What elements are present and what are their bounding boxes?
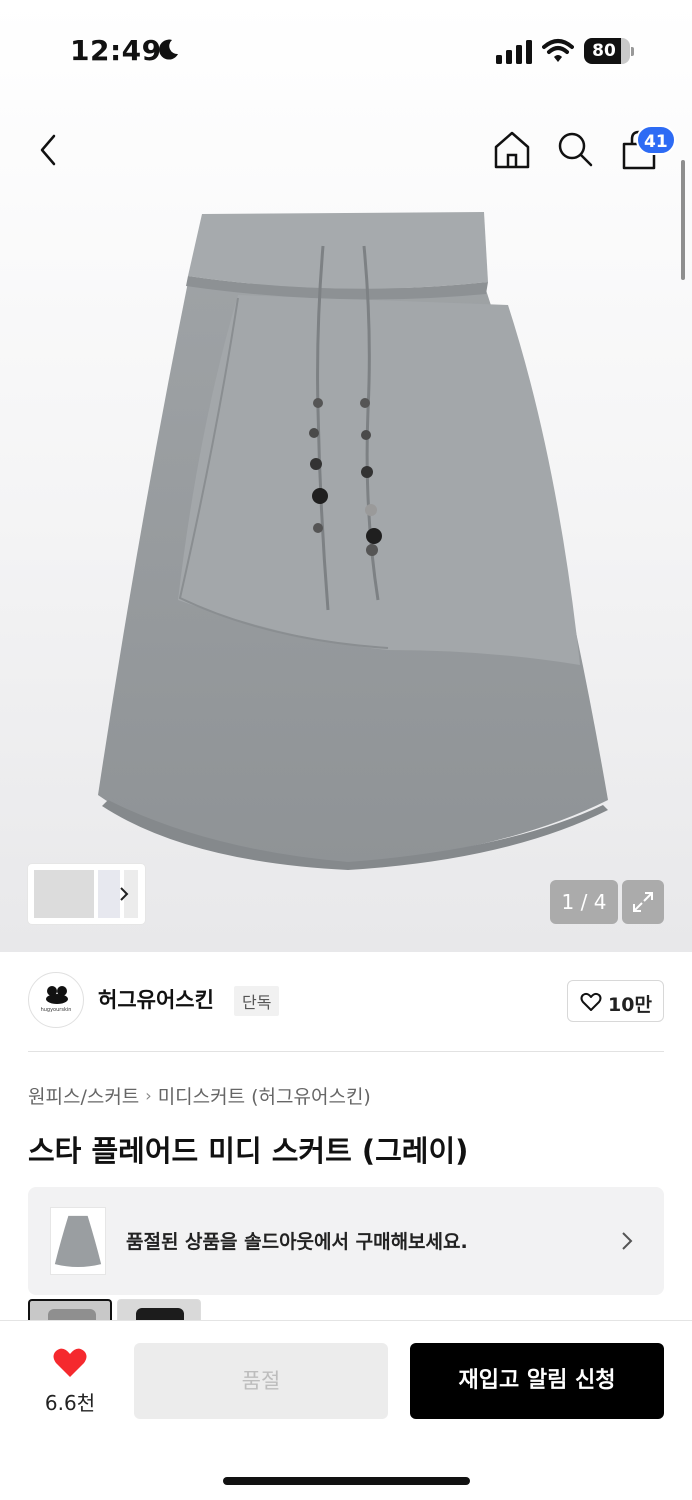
soldout-product-thumbnail <box>50 1207 106 1275</box>
heart-filled-icon <box>53 1348 87 1377</box>
product-image[interactable] <box>88 210 608 870</box>
battery-level: 80 <box>592 41 616 61</box>
brand-logo-mark <box>46 986 68 1004</box>
exclusive-badge: 단독 <box>234 986 280 1016</box>
wifi-icon <box>542 39 574 62</box>
home-icon[interactable] <box>490 128 534 172</box>
breadcrumb-subcategory[interactable]: 미디스커트 (허그유어스킨) <box>158 1082 371 1109</box>
battery-indicator: 80 <box>584 38 634 64</box>
restock-alert-button[interactable]: 재입고 알림 신청 <box>410 1343 664 1419</box>
color-option-gray[interactable] <box>28 1299 112 1321</box>
wishlist-count: 6.6천 <box>44 1391 96 1415</box>
chevron-right-icon: › <box>145 1086 152 1105</box>
chevron-right-icon[interactable] <box>116 886 132 902</box>
divider <box>28 1051 664 1052</box>
top-navigation <box>0 110 692 190</box>
cellular-signal-icon <box>496 40 532 64</box>
brand-logo[interactable]: hugyourskin <box>28 972 84 1028</box>
product-title: 스타 플레어드 미디 스커트 (그레이) <box>28 1134 469 1168</box>
thumbnail-image[interactable] <box>34 870 94 918</box>
heart-outline-icon <box>580 992 602 1011</box>
soldout-banner[interactable]: 품절된 상품을 솔드아웃에서 구매해보세요. <box>28 1187 664 1295</box>
chevron-left-icon[interactable] <box>34 130 64 170</box>
brand-row[interactable]: hugyourskin 허그유어스킨 단독 10만 <box>28 972 664 1032</box>
cart-count-badge: 41 <box>636 125 676 155</box>
scroll-indicator <box>681 160 685 280</box>
battery-tip <box>631 47 634 56</box>
brand-logo-text: hugyourskin <box>40 1007 72 1013</box>
breadcrumb-category[interactable]: 원피스/스커트 <box>28 1082 139 1109</box>
brand-name[interactable]: 허그유어스킨 <box>98 984 214 1014</box>
chevron-right-icon <box>622 1232 633 1250</box>
expand-icon <box>633 892 653 912</box>
moon-icon <box>159 39 178 60</box>
color-option-black[interactable] <box>117 1299 201 1321</box>
brand-like-button[interactable]: 10만 <box>567 980 664 1022</box>
breadcrumb: 원피스/스커트 › 미디스커트 (허그유어스킨) <box>28 1082 371 1110</box>
bottom-action-bar: 6.6천 품절 재입고 알림 신청 <box>0 1320 692 1500</box>
status-bar: 12:49 80 <box>0 0 692 100</box>
search-icon[interactable] <box>554 128 596 170</box>
expand-button[interactable] <box>622 880 664 924</box>
soldout-button: 품절 <box>134 1343 388 1419</box>
status-time: 12:49 <box>70 34 162 67</box>
home-indicator[interactable] <box>223 1477 470 1485</box>
image-counter: 1 / 4 <box>550 880 618 924</box>
soldout-banner-text: 품절된 상품을 솔드아웃에서 구매해보세요. <box>126 1231 468 1253</box>
wishlist-button[interactable]: 6.6천 <box>30 1341 110 1419</box>
brand-like-count: 10만 <box>608 994 652 1016</box>
